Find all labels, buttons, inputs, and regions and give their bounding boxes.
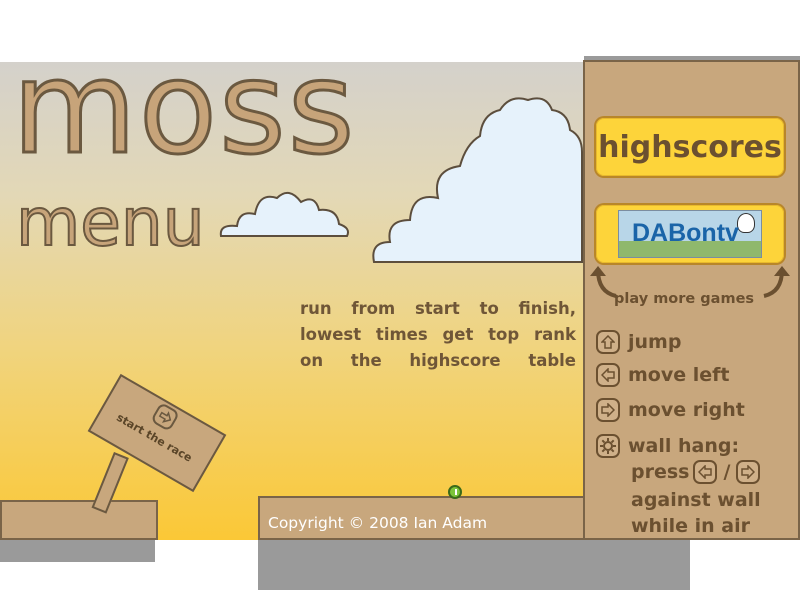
control-wall-hang-title: wall hang:: [628, 435, 740, 457]
wall-hang-separator: /: [723, 461, 731, 483]
up-arrow-key-icon: [596, 330, 620, 354]
control-jump-label: jump: [628, 331, 682, 353]
cloud-small: [219, 191, 349, 237]
ground-shadow-left: [0, 538, 155, 562]
dabontv-label: DABontv: [632, 219, 739, 247]
left-arrow-key-icon: [693, 460, 718, 484]
game-title: moss: [10, 34, 357, 183]
start-sign[interactable]: start the race: [84, 373, 234, 514]
wall-hang-press-row: press /: [631, 460, 761, 484]
right-arrow-key-icon: [736, 460, 761, 484]
wall-hang-line3: while in air: [631, 515, 750, 537]
gear-icon: [596, 434, 620, 458]
sign-post: [91, 452, 129, 514]
menu-title: menu: [15, 184, 206, 261]
control-move-left: move left: [596, 363, 730, 387]
control-move-right: move right: [596, 398, 745, 422]
control-wall-hang: wall hang:: [596, 434, 739, 458]
instructions-line: on the highscore table: [300, 351, 576, 370]
instructions-line: run from start to finish,: [300, 299, 576, 318]
highscores-button[interactable]: highscores: [596, 118, 784, 176]
play-more-games-label[interactable]: play more games: [614, 291, 754, 307]
curved-arrow-right-icon: [763, 266, 790, 298]
wall-hang-press-label: press: [631, 461, 690, 483]
right-arrow-key-icon: [596, 398, 620, 422]
sign-arrow-icon: [150, 401, 181, 432]
instructions-text: run from start to finish, lowest times g…: [300, 296, 576, 374]
player-moss-ball: [448, 485, 462, 499]
control-move-left-label: move left: [628, 364, 730, 386]
copyright-text: Copyright © 2008 Ian Adam: [268, 514, 488, 532]
control-jump: jump: [596, 330, 681, 354]
dabontv-logo: DABontv: [618, 210, 762, 258]
control-move-right-label: move right: [628, 399, 745, 421]
wall-hang-line2: against wall: [631, 489, 761, 511]
cloud-large: [372, 97, 583, 263]
left-arrow-key-icon: [596, 363, 620, 387]
ground-shadow-center: [258, 538, 690, 590]
sponsor-dabontv-button[interactable]: DABontv: [596, 205, 784, 263]
instructions-line: lowest times get top rank: [300, 325, 576, 344]
